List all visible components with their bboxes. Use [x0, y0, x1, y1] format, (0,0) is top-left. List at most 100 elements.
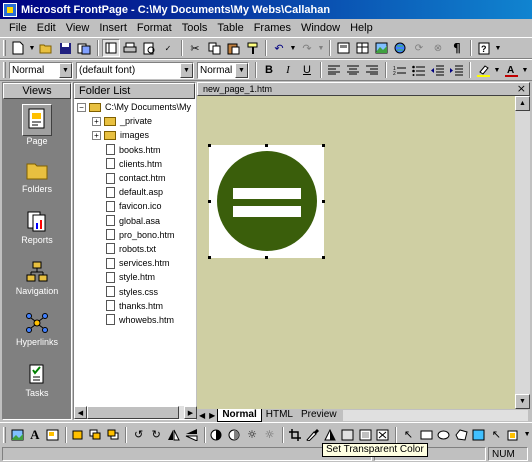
font-dropdown[interactable]: (default font) ▼ [76, 61, 194, 79]
menu-view[interactable]: View [61, 22, 95, 34]
insert-picture-menu-icon[interactable] [506, 426, 523, 444]
resize-handle[interactable] [322, 256, 325, 259]
tree-file[interactable]: global.asa [76, 214, 195, 228]
polygonal-hotspot-icon[interactable] [453, 426, 470, 444]
refresh-button[interactable]: ⟳ [410, 39, 428, 57]
redo-button[interactable]: ↷ [298, 39, 316, 57]
tree-file[interactable]: default.asp [76, 185, 195, 199]
tree-file[interactable]: whowebs.htm [76, 313, 195, 327]
new-dropdown-arrow-icon[interactable]: ▼ [28, 39, 36, 57]
font-color-icon[interactable]: A [502, 61, 520, 79]
bullets-icon[interactable] [409, 61, 427, 79]
save-button[interactable] [56, 39, 74, 57]
tree-file[interactable]: styles.css [76, 284, 195, 298]
scroll-down-icon[interactable]: ▼ [515, 394, 530, 409]
align-center-icon[interactable] [344, 61, 362, 79]
black-and-white-icon[interactable] [322, 426, 339, 444]
rotate-right-icon[interactable]: ↻ [148, 426, 165, 444]
bold-button[interactable]: B [260, 61, 278, 79]
view-hyperlinks[interactable]: Hyperlinks [3, 303, 71, 354]
cut-button[interactable]: ✂ [186, 39, 204, 57]
expand-icon[interactable]: + [92, 116, 101, 126]
numbering-icon[interactable]: 12 [390, 61, 408, 79]
more-contrast-icon[interactable] [209, 426, 226, 444]
print-button[interactable] [121, 39, 139, 57]
scroll-up-icon[interactable]: ▲ [515, 96, 530, 111]
menu-insert[interactable]: Insert [94, 22, 132, 34]
redo-dropdown-arrow-icon[interactable]: ▼ [317, 39, 325, 57]
scroll-left-icon[interactable]: ◀ [74, 406, 87, 419]
tab-preview[interactable]: Preview [297, 409, 341, 422]
send-backward-icon[interactable] [105, 426, 122, 444]
flip-horizontal-icon[interactable] [165, 426, 182, 444]
spelling-button[interactable]: ✓ [159, 39, 177, 57]
font-color-dropdown-arrow-icon[interactable]: ▼ [521, 61, 529, 79]
folder-list-horizontal-scrollbar[interactable]: ◀ ▶ [74, 406, 197, 419]
align-left-icon[interactable] [325, 61, 343, 79]
title-bar[interactable]: Microsoft FrontPage - C:\My Documents\My… [0, 0, 532, 19]
tree-file[interactable]: favicon.ico [76, 199, 195, 213]
resize-handle[interactable] [265, 144, 268, 147]
select-icon[interactable]: ↖ [400, 426, 417, 444]
scroll-thumb[interactable] [87, 406, 179, 419]
restore-icon[interactable]: ↖ [488, 426, 505, 444]
menu-frames[interactable]: Frames [249, 22, 296, 34]
toolbar-options-arrow-icon[interactable]: ▼ [494, 39, 502, 57]
tree-file[interactable]: pro_bono.htm [76, 228, 195, 242]
tree-file[interactable]: robots.txt [76, 242, 195, 256]
menu-window[interactable]: Window [296, 22, 345, 34]
resize-handle[interactable] [208, 256, 211, 259]
editor-vertical-scrollbar[interactable]: ▲ ▼ [515, 96, 530, 409]
set-transparent-color-icon[interactable] [304, 426, 321, 444]
view-tasks[interactable]: Tasks [3, 354, 71, 405]
font-dropdown-arrow-icon[interactable]: ▼ [180, 62, 193, 78]
editor-canvas[interactable] [197, 96, 515, 409]
menu-edit[interactable]: Edit [32, 22, 61, 34]
bevel-icon[interactable] [357, 426, 374, 444]
insert-picture-button[interactable] [372, 39, 390, 57]
selected-image[interactable] [208, 144, 325, 259]
menu-format[interactable]: Format [132, 22, 177, 34]
open-button[interactable] [37, 39, 55, 57]
help-button[interactable]: ? [475, 39, 493, 57]
menu-tools[interactable]: Tools [177, 22, 213, 34]
bring-forward-icon[interactable] [87, 426, 104, 444]
tree-file[interactable]: services.htm [76, 256, 195, 270]
font-size-dropdown-arrow-icon[interactable]: ▼ [235, 62, 248, 78]
hyperlink-button[interactable] [391, 39, 409, 57]
horizontal-scroll-track[interactable] [342, 410, 528, 421]
undo-button[interactable]: ↶ [270, 39, 288, 57]
document-tab[interactable]: new_page_1.htm [203, 84, 272, 94]
insert-table-button[interactable] [353, 39, 371, 57]
highlight-hotspots-icon[interactable] [470, 426, 487, 444]
auto-thumbnail-icon[interactable] [44, 426, 61, 444]
scroll-right-icon[interactable]: ▶ [184, 406, 197, 419]
align-right-icon[interactable] [363, 61, 381, 79]
resize-handle[interactable] [208, 200, 211, 203]
tab-scroll-right-icon[interactable]: ▶ [207, 411, 217, 420]
tree-file[interactable]: contact.htm [76, 171, 195, 185]
paste-button[interactable] [224, 39, 242, 57]
view-navigation[interactable]: Navigation [3, 252, 71, 303]
publish-button[interactable] [75, 39, 93, 57]
tab-scroll-left-icon[interactable]: ◀ [197, 411, 207, 420]
tree-file[interactable]: clients.htm [76, 157, 195, 171]
tree-file[interactable]: books.htm [76, 143, 195, 157]
decrease-indent-icon[interactable] [428, 61, 446, 79]
font-size-dropdown[interactable]: Normal ▼ [197, 61, 249, 79]
more-buttons-arrow-icon[interactable]: ▼ [523, 426, 531, 444]
new-page-button[interactable] [9, 39, 27, 57]
expand-icon[interactable]: + [92, 130, 101, 140]
position-absolutely-icon[interactable] [70, 426, 87, 444]
print-preview-button[interactable] [140, 39, 158, 57]
show-all-button[interactable]: ¶ [448, 39, 466, 57]
italic-button[interactable]: I [279, 61, 297, 79]
tab-normal[interactable]: Normal [217, 409, 262, 422]
less-brightness-icon[interactable]: ☼ [261, 426, 278, 444]
resample-icon[interactable] [375, 426, 392, 444]
view-reports[interactable]: Reports [3, 201, 71, 252]
rectangle-hotspot-icon[interactable] [418, 426, 435, 444]
menu-help[interactable]: Help [345, 22, 378, 34]
crop-icon[interactable] [287, 426, 304, 444]
folder-list-toggle-button[interactable] [102, 39, 120, 57]
